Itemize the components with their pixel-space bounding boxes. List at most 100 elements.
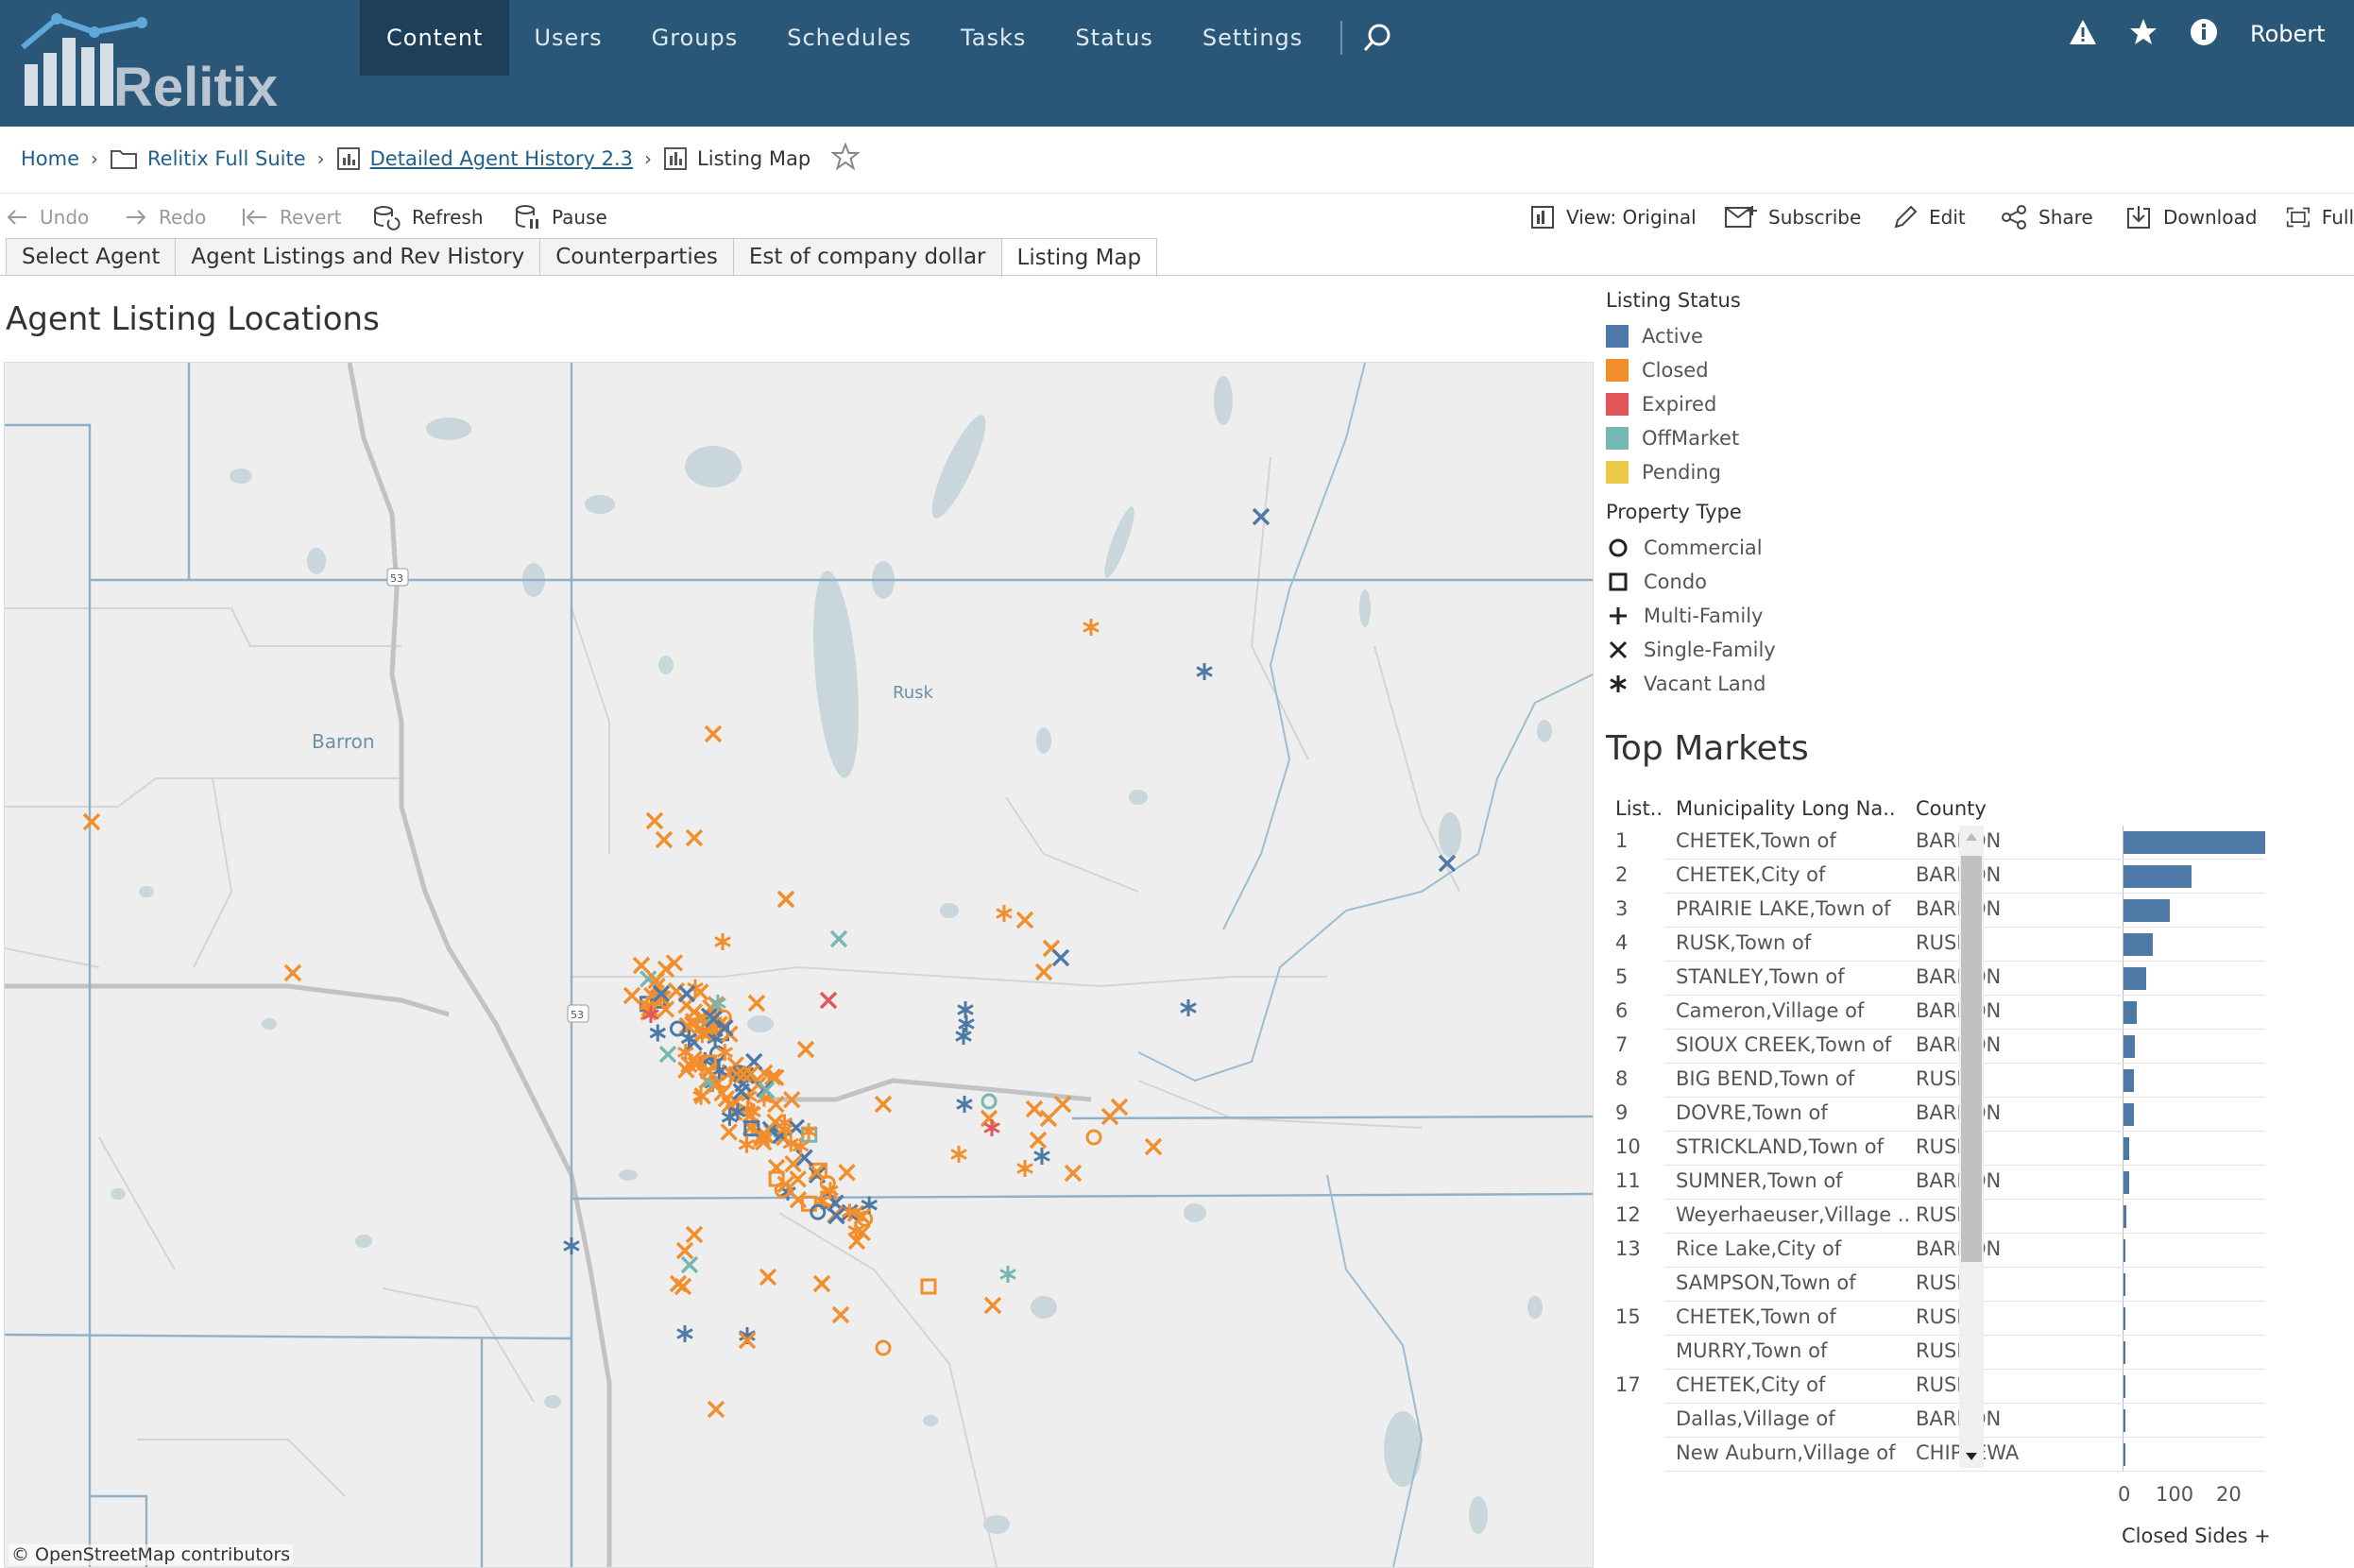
single-family-listing-marker[interactable] bbox=[1015, 911, 1034, 929]
vacant-land-listing-marker[interactable] bbox=[955, 1028, 972, 1045]
table-row[interactable]: 8 BIG BEND,Town of RUSK bbox=[1606, 1064, 2305, 1098]
map-attribution[interactable]: © OpenStreetMap contributors bbox=[9, 1544, 294, 1565]
single-family-listing-marker[interactable] bbox=[82, 812, 101, 831]
single-family-listing-marker[interactable] bbox=[720, 1123, 738, 1141]
full-screen-button[interactable]: Full bbox=[2286, 201, 2354, 233]
single-family-listing-marker[interactable] bbox=[831, 1305, 850, 1324]
table-row[interactable]: 3PRAIRIE LAKE,Town ofBARRON bbox=[1606, 894, 2305, 928]
single-family-listing-marker[interactable] bbox=[838, 1164, 856, 1182]
row-bar[interactable] bbox=[2124, 967, 2146, 990]
legend-type-vacant-land[interactable]: Vacant Land bbox=[1606, 667, 2003, 701]
revert-button[interactable]: Revert bbox=[242, 201, 342, 233]
table-row[interactable]: SAMPSON,Town of RUSK bbox=[1606, 1268, 2305, 1302]
nav-users[interactable]: Users bbox=[509, 0, 626, 76]
row-bar[interactable] bbox=[2124, 1443, 2125, 1466]
single-family-listing-marker[interactable] bbox=[1064, 1164, 1083, 1183]
table-row[interactable]: 6Cameron,Village ofBARRON bbox=[1606, 996, 2305, 1030]
row-bar[interactable] bbox=[2124, 933, 2153, 956]
row-bar[interactable] bbox=[2124, 1375, 2125, 1398]
vacant-land-listing-marker[interactable] bbox=[1196, 663, 1213, 680]
row-bar[interactable] bbox=[2124, 1205, 2126, 1228]
vacant-land-listing-marker[interactable] bbox=[714, 933, 731, 950]
legend-type-single-family[interactable]: Single-Family bbox=[1606, 633, 2003, 667]
nav-tasks[interactable]: Tasks bbox=[936, 0, 1050, 76]
table-row[interactable]: 5STANLEY,Town ofBARRON bbox=[1606, 962, 2305, 996]
single-family-listing-marker[interactable] bbox=[283, 963, 302, 982]
vacant-land-listing-marker[interactable] bbox=[1016, 1160, 1033, 1177]
legend-status-pending[interactable]: Pending bbox=[1606, 455, 2003, 489]
vacant-land-listing-marker[interactable] bbox=[999, 1266, 1016, 1283]
tab-counterparties[interactable]: Counterparties bbox=[539, 238, 734, 275]
scroll-up-arrow-icon[interactable] bbox=[1965, 831, 1978, 843]
commercial-listing-marker[interactable] bbox=[875, 1339, 892, 1356]
single-family-listing-marker[interactable] bbox=[685, 828, 704, 847]
header-rank[interactable]: List.. bbox=[1615, 797, 1663, 820]
commercial-listing-marker[interactable] bbox=[1085, 1129, 1102, 1146]
map-canvas[interactable]: Barron Rusk 53 53 bbox=[5, 363, 1593, 1567]
header-municipality[interactable]: Municipality Long Na.. bbox=[1676, 797, 1896, 820]
single-family-listing-marker[interactable] bbox=[983, 1296, 1002, 1315]
breadcrumb-workbook[interactable]: Detailed Agent History 2.3 bbox=[336, 146, 633, 171]
edit-button[interactable]: Edit bbox=[1893, 201, 1966, 233]
top-markets-scrollbar[interactable] bbox=[1959, 826, 1984, 1468]
table-row[interactable]: 2CHETEK,City ofBARRON bbox=[1606, 860, 2305, 894]
legend-status-expired[interactable]: Expired bbox=[1606, 387, 2003, 421]
legend-type-multi-family[interactable]: Multi-Family bbox=[1606, 599, 2003, 633]
single-family-listing-marker[interactable] bbox=[747, 994, 766, 1013]
vacant-land-listing-marker[interactable] bbox=[956, 1096, 973, 1113]
breadcrumb-home[interactable]: Home bbox=[21, 147, 79, 170]
single-family-listing-marker[interactable] bbox=[667, 981, 686, 1000]
vacant-land-listing-marker[interactable] bbox=[649, 1024, 667, 1042]
table-row[interactable]: 1CHETEK,Town ofBARRON bbox=[1606, 826, 2305, 860]
download-button[interactable]: Download bbox=[2125, 201, 2257, 233]
single-family-listing-marker[interactable] bbox=[827, 1206, 845, 1225]
single-family-listing-marker[interactable] bbox=[812, 1274, 831, 1293]
single-family-listing-marker[interactable] bbox=[1039, 1109, 1058, 1128]
view-original-button[interactable]: View: Original bbox=[1530, 201, 1697, 233]
undo-button[interactable]: Undo bbox=[6, 201, 89, 233]
table-row[interactable]: 12 Weyerhaeuser,Village .. RUSK bbox=[1606, 1200, 2305, 1234]
single-family-listing-marker[interactable] bbox=[693, 1087, 711, 1105]
vacant-land-listing-marker[interactable] bbox=[563, 1237, 580, 1254]
table-row[interactable]: MURRY,Town of RUSK bbox=[1606, 1336, 2305, 1370]
table-row[interactable]: New Auburn,Village ofCHIPPEWA bbox=[1606, 1438, 2305, 1472]
refresh-button[interactable]: Refresh bbox=[372, 201, 484, 233]
row-bar[interactable] bbox=[2124, 1307, 2125, 1330]
legend-type-commercial[interactable]: Commercial bbox=[1606, 531, 2003, 565]
table-row[interactable]: 17 CHETEK,City of RUSK bbox=[1606, 1370, 2305, 1404]
favorite-star-icon[interactable] bbox=[830, 141, 861, 176]
vacant-land-listing-marker[interactable] bbox=[958, 1015, 975, 1032]
single-family-listing-marker[interactable] bbox=[680, 1255, 699, 1274]
row-bar[interactable] bbox=[2124, 899, 2170, 922]
listing-map[interactable]: Barron Rusk 53 53 © OpenStreetMap contri… bbox=[4, 362, 1594, 1568]
table-row[interactable]: 7SIOUX CREEK,Town ofBARRON bbox=[1606, 1030, 2305, 1064]
single-family-listing-marker[interactable] bbox=[874, 1095, 893, 1114]
single-family-listing-marker[interactable] bbox=[632, 956, 651, 975]
single-family-listing-marker[interactable] bbox=[657, 960, 675, 979]
table-row[interactable]: 15 CHETEK,Town of RUSK bbox=[1606, 1302, 2305, 1336]
single-family-listing-marker[interactable] bbox=[980, 1109, 998, 1128]
alert-icon[interactable] bbox=[2069, 19, 2097, 49]
single-family-listing-marker[interactable] bbox=[1034, 963, 1053, 981]
single-family-listing-marker[interactable] bbox=[759, 1268, 777, 1287]
commercial-listing-marker[interactable] bbox=[981, 1093, 998, 1110]
header-county[interactable]: County bbox=[1916, 797, 1987, 820]
single-family-listing-marker[interactable] bbox=[655, 830, 674, 849]
vacant-land-listing-marker[interactable] bbox=[738, 1135, 756, 1153]
row-bar[interactable] bbox=[2124, 1137, 2129, 1160]
search-icon[interactable] bbox=[1361, 0, 1399, 76]
legend-status-active[interactable]: Active bbox=[1606, 319, 2003, 353]
bar-axis-title[interactable]: Closed Sides + bbox=[2122, 1525, 2271, 1547]
share-button[interactable]: Share bbox=[2001, 201, 2093, 233]
single-family-listing-marker[interactable] bbox=[1029, 1131, 1048, 1150]
single-family-listing-marker[interactable] bbox=[776, 890, 795, 909]
single-family-listing-marker[interactable] bbox=[1025, 1099, 1044, 1118]
table-row[interactable]: 13Rice Lake,City ofBARRON bbox=[1606, 1234, 2305, 1268]
commercial-listing-marker[interactable] bbox=[810, 1203, 827, 1220]
vacant-land-listing-marker[interactable] bbox=[1083, 619, 1100, 636]
row-bar[interactable] bbox=[2124, 1103, 2134, 1126]
single-family-listing-marker[interactable] bbox=[1051, 948, 1070, 967]
single-family-listing-marker[interactable] bbox=[658, 1045, 677, 1064]
single-family-listing-marker[interactable] bbox=[1110, 1098, 1129, 1116]
single-family-listing-marker[interactable] bbox=[645, 811, 664, 830]
